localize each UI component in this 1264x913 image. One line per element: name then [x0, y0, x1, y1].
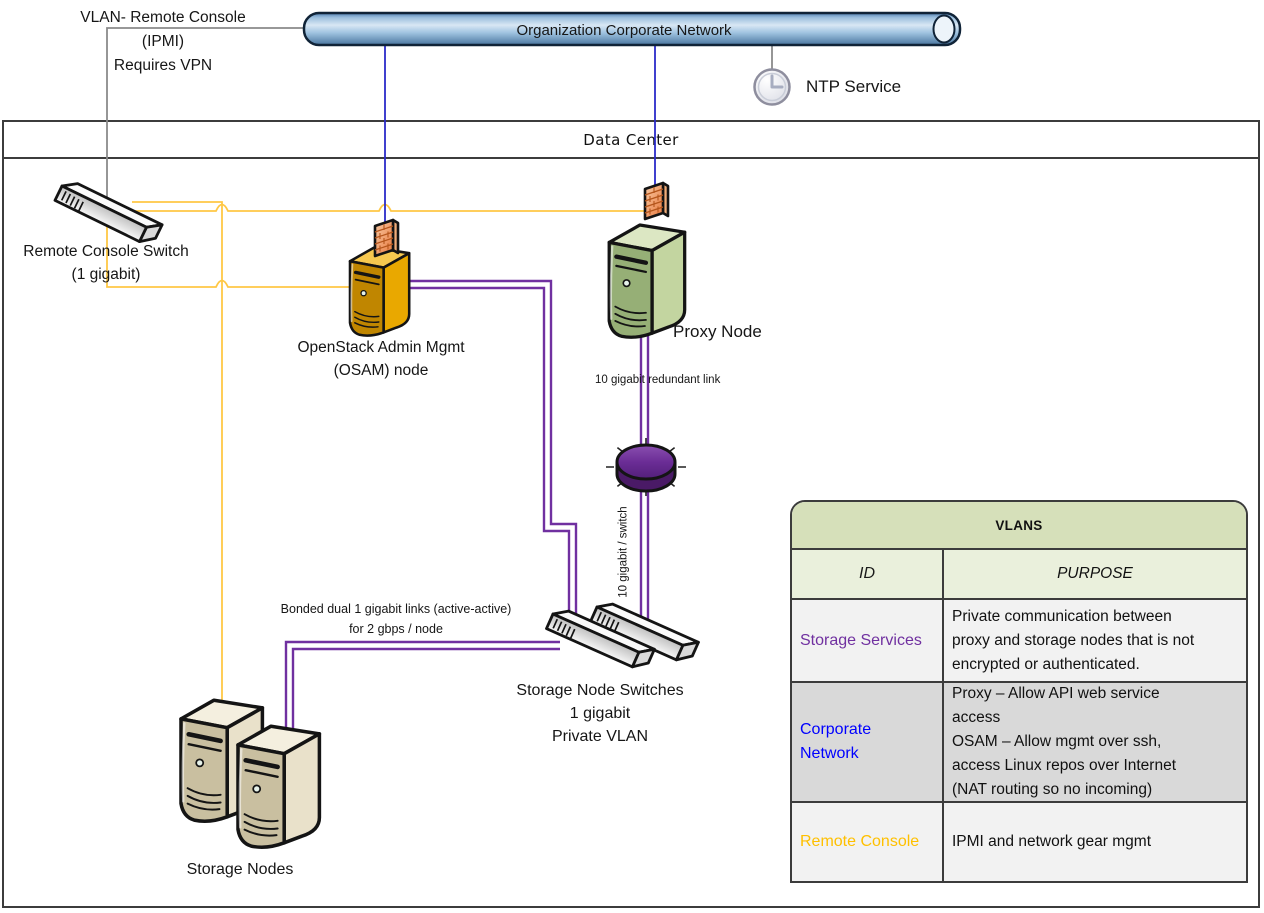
storage-hub-icon — [606, 438, 686, 496]
storage-switches-label: Storage Node Switches 1 gigabit Private … — [492, 679, 708, 748]
vlan-purpose-remote-console: IPMI and network gear mgmt — [944, 803, 1246, 881]
osam-server-icon — [350, 248, 409, 336]
vlan-purpose-storage-services: Private communication between proxy and … — [944, 600, 1246, 681]
vlan-id-storage-services: Storage Services — [792, 600, 944, 681]
vlans-col-purpose-header: PURPOSE — [944, 550, 1246, 598]
proxy-firewall-icon — [645, 183, 668, 219]
storage-nodes-label: Storage Nodes — [150, 858, 330, 881]
remote-console-switch-icon — [55, 178, 162, 247]
osam-firewall-icon — [375, 220, 398, 256]
per-switch-link-label: 10 gigabit / switch — [613, 506, 636, 597]
vpn-note-label: VLAN- Remote Console (IPMI) Requires VPN — [35, 6, 291, 78]
remote-console-switch-label: Remote Console Switch (1 gigabit) — [0, 240, 212, 286]
vlan-id-corporate-network: Corporate Network — [792, 683, 944, 801]
osam-to-switches-line-a — [406, 281, 576, 618]
vlans-table-title: VLANS — [792, 502, 1246, 550]
bonded-links-label: Bonded dual 1 gigabit links (active-acti… — [263, 599, 529, 639]
switch-to-proxy-line — [132, 205, 650, 212]
proxy-node-label: Proxy Node — [673, 320, 762, 343]
table-row: Remote Console IPMI and network gear mgm… — [792, 803, 1246, 881]
ntp-clock-icon — [755, 70, 790, 105]
table-row: Corporate Network Proxy – Allow API web … — [792, 683, 1246, 803]
osam-label: OpenStack Admin Mgmt (OSAM) node — [262, 336, 500, 382]
storage-server-icon-front — [238, 726, 319, 847]
pipe-label: Organization Corporate Network — [304, 19, 944, 42]
vlan-purpose-corporate-network: Proxy – Allow API web service access OSA… — [944, 683, 1246, 801]
vlans-table-header-row: ID PURPOSE — [792, 550, 1246, 600]
vlans-col-id-header: ID — [792, 550, 944, 598]
vlans-table: VLANS ID PURPOSE Storage Services Privat… — [790, 500, 1248, 883]
table-row: Storage Services Private communication b… — [792, 600, 1246, 683]
corporate-network-lines — [385, 45, 655, 232]
redundant-link-label: 10 gigabit redundant link — [595, 369, 720, 392]
ntp-service-label: NTP Service — [806, 75, 901, 98]
vlan-id-remote-console: Remote Console — [792, 803, 944, 881]
